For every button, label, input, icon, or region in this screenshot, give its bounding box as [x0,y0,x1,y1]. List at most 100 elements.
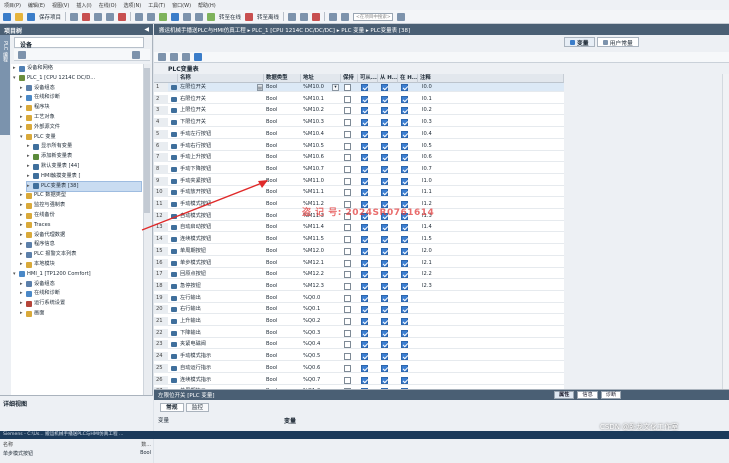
tag-name-cell[interactable]: 左行输出 [178,294,264,303]
address-cell[interactable]: %Q0.7 [301,376,341,385]
accessible-from-hmi-checkbox[interactable] [361,142,368,150]
accessible-from-hmi-checkbox[interactable] [361,165,368,173]
tab-tags[interactable]: 变量 [564,37,595,47]
expand-arrow-right-icon[interactable]: ▸ [27,172,31,181]
data-type-picker-icon[interactable]: ▤ [257,84,263,91]
retain-checkbox[interactable] [344,165,351,173]
accessible-from-hmi-checkbox[interactable] [361,329,368,337]
tag-name-cell[interactable]: 手动左行按钮 [178,130,264,139]
data-type-cell[interactable]: Bool [264,212,301,221]
writable-from-hmi-checkbox[interactable] [381,119,388,127]
tag-name-cell[interactable]: 连续模式按钮 [178,235,264,244]
table-row[interactable]: 1 左限位开关 Bool %M10.0 I0.0 ▤ ▾ [154,83,564,92]
writable-from-hmi-checkbox[interactable] [381,282,388,290]
split-horizontal-icon[interactable] [329,12,338,21]
writable-from-hmi-checkbox[interactable] [381,318,388,325]
tree-item[interactable]: ▸ 监控与强制表 [20,201,141,210]
tag-name-cell[interactable]: 上升输出 [178,317,264,326]
add-row-icon[interactable] [158,53,166,61]
table-row[interactable]: 24 手动模式指示 Bool %Q0.5 [154,352,564,362]
visible-in-hmi-checkbox[interactable] [401,130,408,138]
visible-in-hmi-checkbox[interactable] [401,259,408,267]
writable-from-hmi-checkbox[interactable] [381,142,388,150]
address-cell[interactable]: %Q0.6 [301,364,341,373]
expand-arrow-right-icon[interactable]: ▸ [20,240,24,249]
accessible-from-hmi-checkbox[interactable] [361,130,368,138]
retain-checkbox[interactable] [344,364,351,372]
retain-checkbox[interactable] [344,259,351,267]
tag-name-cell[interactable]: 手动右行按钮 [178,142,264,151]
comment-cell[interactable]: I1.5 [420,235,480,244]
tree-item[interactable]: ▸ 画面 [20,309,141,318]
retain-checkbox[interactable] [344,130,351,138]
tree-item[interactable]: ▸ 默认变量表 [44] [27,162,141,171]
comment-cell[interactable]: I1.0 [420,177,480,186]
column-header[interactable]: 可从... [358,74,378,83]
comment-cell[interactable]: I1.1 [420,188,480,197]
visible-in-hmi-checkbox[interactable] [401,271,408,279]
retain-checkbox[interactable] [344,107,351,115]
tree-item[interactable]: ▸ PLC变量表 [38] [26,180,142,192]
comment-cell[interactable]: I0.2 [420,106,480,115]
comment-cell[interactable] [420,376,480,385]
data-type-cell[interactable]: Bool [264,282,301,291]
insert-row-icon[interactable] [170,53,178,61]
accessible-from-hmi-checkbox[interactable] [361,294,368,302]
address-cell[interactable]: %M11.4 [301,223,341,232]
save-project-button[interactable]: 保存项目 [39,13,61,21]
data-type-cell[interactable]: Bool [264,364,301,373]
go-offline-icon[interactable] [245,12,254,21]
menu-item-5[interactable]: 选项(N) [124,2,142,9]
accessible-from-hmi-checkbox[interactable] [361,189,368,197]
data-type-cell[interactable]: Bool [264,188,301,197]
data-type-cell[interactable]: Bool [264,142,301,151]
stop-cpu-icon[interactable] [312,12,321,21]
comment-cell[interactable]: I0.1 [420,95,480,104]
data-type-cell[interactable]: Bool [264,177,301,186]
export-icon[interactable] [182,53,190,61]
data-type-cell[interactable]: Bool [264,317,301,326]
visible-in-hmi-checkbox[interactable] [401,341,408,349]
tree-item[interactable]: ▸ PLC 数据类型 [20,191,141,200]
accessible-from-hmi-checkbox[interactable] [361,271,368,279]
tag-name-cell[interactable]: 急停按钮 [178,282,264,291]
expand-arrow-right-icon[interactable]: ▸ [20,84,24,93]
split-vertical-icon[interactable] [341,12,350,21]
visible-in-hmi-checkbox[interactable] [401,294,408,302]
retain-checkbox[interactable] [344,84,351,91]
table-row[interactable]: 8 手动下降按钮 Bool %M10.7 I0.7 [154,164,564,174]
tab-general[interactable]: 常规 [160,403,184,412]
data-type-cell[interactable]: Bool [264,352,301,361]
retain-checkbox[interactable] [344,306,351,314]
table-row[interactable]: 23 夹紧电磁阀 Bool %Q0.4 [154,340,564,350]
retain-checkbox[interactable] [344,282,351,290]
tag-name-cell[interactable]: 自动模式按钮 [178,212,264,221]
tab-diagnostics[interactable]: 诊断 [600,391,622,399]
accessible-from-hmi-checkbox[interactable] [361,376,368,384]
tree-item[interactable]: ▸ 工艺对象 [20,113,141,122]
tab-monitor[interactable]: 监控 [185,403,210,412]
data-type-cell[interactable]: Bool [264,118,301,127]
address-dropdown-icon[interactable]: ▾ [332,84,339,91]
comment-cell[interactable]: I1.4 [420,223,480,232]
writable-from-hmi-checkbox[interactable] [381,353,388,361]
retain-checkbox[interactable] [344,271,351,279]
tree-options-icon[interactable] [132,51,140,59]
expand-arrow-right-icon[interactable]: ▸ [20,113,24,122]
table-row[interactable]: 6 手动右行按钮 Bool %M10.5 I0.5 [154,141,564,151]
retain-checkbox[interactable] [344,224,351,232]
writable-from-hmi-checkbox[interactable] [381,247,388,255]
tag-name-cell[interactable]: 连续模式指示 [178,376,264,385]
address-cell[interactable]: %M12.3 [301,282,341,291]
expand-arrow-down-icon[interactable]: ▾ [13,74,17,83]
visible-in-hmi-checkbox[interactable] [401,306,408,314]
data-type-cell[interactable]: Bool [264,305,301,314]
collapse-panel-icon[interactable]: ◀ [144,26,149,33]
table-row[interactable]: 17 回原点按钮 Bool %M12.2 I2.2 [154,270,564,280]
start-cpu-icon[interactable] [300,12,309,21]
table-row[interactable]: 16 单步模式按钮 Bool %M12.1 I2.1 [154,258,564,268]
writable-from-hmi-checkbox[interactable] [381,271,388,279]
tag-name-cell[interactable]: 手动放开按钮 [178,188,264,197]
accessible-from-hmi-checkbox[interactable] [361,224,368,232]
table-row[interactable]: 5 手动左行按钮 Bool %M10.4 I0.4 [154,129,564,139]
